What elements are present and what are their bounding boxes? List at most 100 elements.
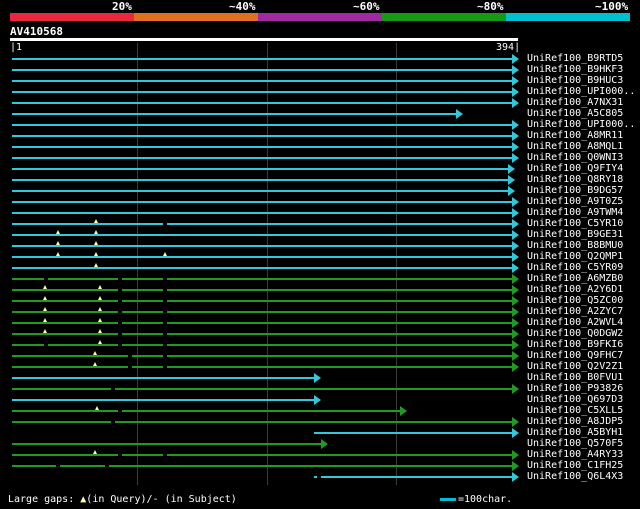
subject-gap-marker <box>44 344 49 346</box>
hit-label[interactable]: UniRef100_A8MQL1 <box>527 141 623 152</box>
hit-alignment-bar[interactable] <box>12 168 509 170</box>
gridline <box>396 43 397 485</box>
hit-alignment-bar[interactable] <box>12 454 512 456</box>
hit-label[interactable]: UniRef100_Q9FIY4 <box>527 163 623 174</box>
query-gap-marker-icon <box>55 230 60 234</box>
hit-alignment-bar[interactable] <box>12 80 512 82</box>
hit-label[interactable]: UniRef100_B9DG57 <box>527 185 623 196</box>
hit-label[interactable]: UniRef100_A8JDP5 <box>527 416 623 427</box>
subject-gap-marker <box>118 278 123 280</box>
hit-label[interactable]: UniRef100_C5YR09 <box>527 262 623 273</box>
alignment-end-arrow-icon <box>512 274 519 284</box>
query-gap-marker-icon <box>93 252 98 256</box>
hit-label[interactable]: UniRef100_B9HKF3 <box>527 64 623 75</box>
hit-label[interactable]: UniRef100_A8MR11 <box>527 130 623 141</box>
hit-alignment-bar[interactable] <box>12 421 512 423</box>
hit-alignment-bar[interactable] <box>12 366 512 368</box>
hit-label[interactable]: UniRef100_UPI000.. <box>527 119 635 130</box>
hit-alignment-bar[interactable] <box>12 300 512 302</box>
hit-label[interactable]: UniRef100_B9RTD5 <box>527 53 623 64</box>
hit-alignment-bar[interactable] <box>12 223 512 225</box>
hit-alignment-bar[interactable] <box>12 443 322 445</box>
hit-label[interactable]: UniRef100_A2WVL4 <box>527 317 623 328</box>
hit-alignment-bar[interactable] <box>12 410 401 412</box>
hit-alignment-bar[interactable] <box>12 399 314 401</box>
subject-gap-marker <box>55 465 60 467</box>
subject-gap-marker <box>118 410 123 412</box>
hit-alignment-bar[interactable] <box>12 256 512 258</box>
hit-label[interactable]: UniRef100_A7NX31 <box>527 97 623 108</box>
hit-alignment-bar[interactable] <box>12 234 512 236</box>
hit-alignment-bar[interactable] <box>12 113 457 115</box>
hit-label[interactable]: UniRef100_Q5ZC00 <box>527 295 623 306</box>
query-gap-marker-icon <box>43 307 48 311</box>
hit-alignment-bar[interactable] <box>12 146 512 148</box>
hit-label[interactable]: UniRef100_A2ZYC7 <box>527 306 623 317</box>
hit-alignment-bar[interactable] <box>12 278 512 280</box>
hit-label[interactable]: UniRef100_C5YR10 <box>527 218 623 229</box>
legend-label-100: ~100% <box>595 0 629 13</box>
hit-alignment-bar[interactable] <box>12 289 512 291</box>
query-gap-marker-icon <box>43 285 48 289</box>
alignment-end-arrow-icon <box>512 241 519 251</box>
hit-label[interactable]: UniRef100_A6MZB0 <box>527 273 623 284</box>
subject-gap-marker <box>316 476 321 478</box>
subject-gap-marker <box>162 278 167 280</box>
hit-alignment-bar[interactable] <box>313 432 512 434</box>
hit-alignment-bar[interactable] <box>12 69 512 71</box>
hit-label[interactable]: UniRef100_Q6L4X3 <box>527 471 623 482</box>
hit-alignment-bar[interactable] <box>12 179 509 181</box>
hit-alignment-bar[interactable] <box>12 245 512 247</box>
hit-alignment-bar[interactable] <box>12 388 512 390</box>
hit-label[interactable]: UniRef100_B9FKI6 <box>527 339 623 350</box>
alignment-end-arrow-icon <box>508 186 516 196</box>
alignment-end-arrow-icon <box>512 76 519 86</box>
hit-label[interactable]: UniRef100_Q570F5 <box>527 438 623 449</box>
hit-label[interactable]: UniRef100_B9HUC3 <box>527 75 623 86</box>
hit-alignment-bar[interactable] <box>12 465 512 467</box>
hit-label[interactable]: UniRef100_Q2V2Z1 <box>527 361 623 372</box>
hit-alignment-bar[interactable] <box>12 377 314 379</box>
hit-alignment-bar[interactable] <box>12 322 512 324</box>
hit-label[interactable]: UniRef100_A4RY33 <box>527 449 623 460</box>
hit-alignment-bar[interactable] <box>12 102 512 104</box>
hit-alignment-bar[interactable] <box>12 344 512 346</box>
hit-label[interactable]: UniRef100_C5XLL5 <box>527 405 623 416</box>
hit-alignment-bar[interactable] <box>12 311 512 313</box>
hit-label[interactable]: UniRef100_B8BMU0 <box>527 240 623 251</box>
query-gap-marker-icon <box>43 296 48 300</box>
hit-label[interactable]: UniRef100_C1FH25 <box>527 460 623 471</box>
hit-label[interactable]: UniRef100_B0FVU1 <box>527 372 623 383</box>
hit-alignment-bar[interactable] <box>12 333 512 335</box>
hit-label[interactable]: UniRef100_Q0WNI3 <box>527 152 623 163</box>
hit-alignment-bar[interactable] <box>12 355 512 357</box>
hit-alignment-bar[interactable] <box>12 212 512 214</box>
hit-label[interactable]: UniRef100_A5BYH1 <box>527 427 623 438</box>
hit-label[interactable]: UniRef100_Q2QMP1 <box>527 251 623 262</box>
query-id: AV410568 <box>10 25 63 38</box>
query-end: 394 <box>496 42 515 53</box>
alignment-end-arrow-icon <box>512 307 519 317</box>
hit-alignment-bar[interactable] <box>12 91 512 93</box>
hit-label[interactable]: UniRef100_P93826 <box>527 383 623 394</box>
hit-label[interactable]: UniRef100_A2Y6D1 <box>527 284 623 295</box>
hit-alignment-bar[interactable] <box>12 157 512 159</box>
query-gap-marker-icon <box>93 263 98 267</box>
hit-alignment-bar[interactable] <box>12 267 512 269</box>
hit-alignment-bar[interactable] <box>12 135 512 137</box>
hit-label[interactable]: UniRef100_Q8RY18 <box>527 174 623 185</box>
hit-alignment-bar[interactable] <box>12 124 512 126</box>
hit-label[interactable]: UniRef100_Q9FHC7 <box>527 350 623 361</box>
hit-label[interactable]: UniRef100_Q697D3 <box>527 394 623 405</box>
legend-bar-80 <box>382 13 506 21</box>
hit-label[interactable]: UniRef100_A5C805 <box>527 108 623 119</box>
hit-label[interactable]: UniRef100_B9GE31 <box>527 229 623 240</box>
hit-alignment-bar[interactable] <box>12 201 512 203</box>
hit-alignment-bar[interactable] <box>12 190 509 192</box>
hit-label[interactable]: UniRef100_A9TWM4 <box>527 207 623 218</box>
hit-label[interactable]: UniRef100_Q0DGW2 <box>527 328 623 339</box>
hit-alignment-bar[interactable] <box>12 58 512 60</box>
hit-alignment-bar[interactable] <box>313 476 512 478</box>
hit-label[interactable]: UniRef100_UPI000.. <box>527 86 635 97</box>
hit-label[interactable]: UniRef100_A9T0Z5 <box>527 196 623 207</box>
